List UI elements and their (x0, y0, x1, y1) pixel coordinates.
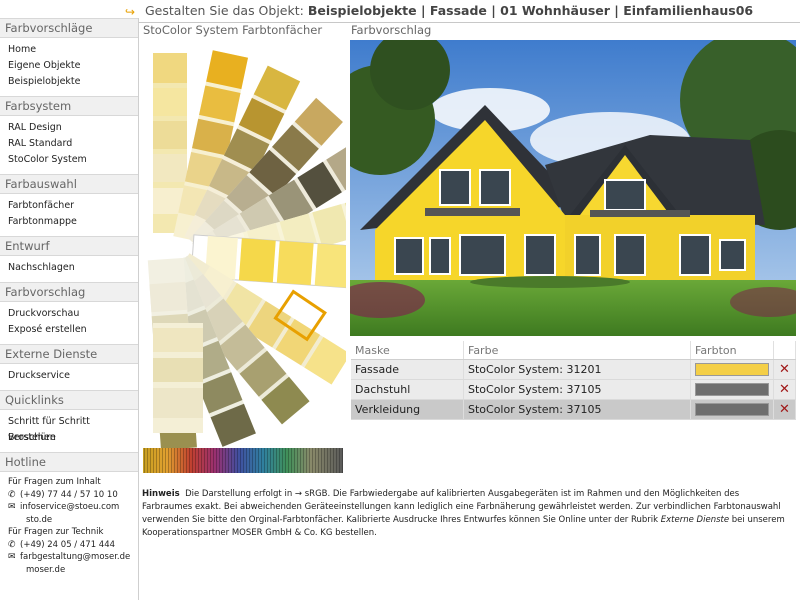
nav-ral-standard[interactable]: RAL Standard (8, 136, 138, 152)
nav-schritt-fuer-schritt[interactable]: Schritt für Schritt verstehen (8, 414, 138, 443)
mask-color: StoColor System: 37105 (463, 379, 691, 400)
table-row[interactable]: Verkleidung StoColor System: 37105 ✕ (351, 399, 796, 420)
hotline-tech-email-row[interactable]: ✉ farbgestaltung@moser.de (8, 551, 138, 564)
nav-expose-erstellen[interactable]: Exposé erstellen (8, 322, 138, 338)
hotline-tech-phone-row: ✆ (+49) 24 05 / 471 444 (8, 539, 138, 552)
arrow-link-icon[interactable]: ↪ (125, 5, 135, 19)
section-title-externe-dienste: Externe Dienste (0, 344, 138, 364)
hotline-content-phone-row: ✆ (+49) 77 44 / 57 10 10 (8, 489, 138, 502)
mask-name[interactable]: Fassade (351, 359, 464, 380)
color-swatch[interactable] (695, 363, 769, 376)
hotline-tech-phone: (+49) 24 05 / 471 444 (20, 539, 116, 550)
color-swatch[interactable] (695, 403, 769, 416)
section-title-farbvorschlaege: Farbvorschläge (0, 18, 138, 38)
col-header-actions (773, 341, 796, 360)
page-title: Gestalten Sie das Objekt: Beispielobjekt… (145, 3, 754, 18)
preview-title: Farbvorschlag (351, 23, 432, 37)
nav-broschuere[interactable]: Broschüre (8, 430, 138, 446)
nav-beispielobjekte[interactable]: Beispielobjekte (8, 74, 138, 90)
section-title-quicklinks: Quicklinks (0, 390, 138, 410)
nav-nachschlagen[interactable]: Nachschlagen (8, 260, 138, 276)
hotline-content-email-row[interactable]: ✉ infoservice@stoeu.com (8, 501, 138, 514)
phone-icon: ✆ (8, 489, 16, 500)
nav-eigene-objekte[interactable]: Eigene Objekte (8, 58, 138, 74)
mask-color: StoColor System: 37105 (463, 399, 691, 420)
color-swatch[interactable] (695, 383, 769, 396)
mask-color-table: Maske Farbe Farbton Fassade StoColor Sys… (351, 341, 796, 420)
breadcrumb: Beispielobjekte | Fassade | 01 Wohnhäuse… (307, 3, 754, 18)
nav-stocolor-system[interactable]: StoColor System (8, 152, 138, 168)
nav-druckservice[interactable]: Druckservice (8, 368, 138, 384)
hotline-content-email[interactable]: infoservice@stoeu.com (20, 502, 119, 512)
mask-name[interactable]: Verkleidung (351, 399, 464, 420)
close-x-icon[interactable]: ✕ (773, 399, 796, 420)
close-x-icon[interactable]: ✕ (773, 359, 796, 380)
table-row[interactable]: Fassade StoColor System: 31201 ✕ (351, 359, 796, 380)
section-title-farbauswahl: Farbauswahl (0, 174, 138, 194)
section-title-hotline: Hotline (0, 452, 138, 472)
hint-link-externe-dienste[interactable]: Externe Dienste (661, 515, 729, 525)
nav-home[interactable]: Home (8, 42, 138, 58)
hotline-content-web[interactable]: sto.de (8, 514, 138, 527)
col-header-mask: Maske (351, 341, 464, 360)
col-header-color: Farbe (463, 341, 691, 360)
hint-label: Hinweis (142, 489, 180, 499)
sidebar: Farbvorschläge Home Eigene Objekte Beisp… (0, 18, 139, 600)
nav-druckvorschau[interactable]: Druckvorschau (8, 306, 138, 322)
hotline-tech-web[interactable]: moser.de (8, 564, 138, 577)
hotline-content-label: Für Fragen zum Inhalt (8, 477, 101, 487)
close-x-icon[interactable]: ✕ (773, 379, 796, 400)
nav-farbtonmappe[interactable]: Farbtonmappe (8, 214, 138, 230)
nav-ral-design[interactable]: RAL Design (8, 120, 138, 136)
nav-farbtonfaecher[interactable]: Farbtonfächer (8, 198, 138, 214)
hint-text: Hinweis Die Darstellung erfolgt in → sRG… (142, 489, 785, 538)
mask-name[interactable]: Dachstuhl (351, 379, 464, 400)
phone-icon: ✆ (8, 539, 16, 550)
color-fan[interactable] (141, 38, 391, 478)
email-icon: ✉ (8, 502, 16, 512)
email-icon: ✉ (8, 552, 16, 562)
section-title-entwurf: Entwurf (0, 236, 138, 256)
hotline-tech-label: Für Fragen zur Technik (8, 527, 104, 537)
fan-panel-title: StoColor System Farbtonfächer (143, 23, 323, 37)
section-title-farbsystem: Farbsystem (0, 96, 138, 116)
col-header-shade: Farbton (690, 341, 774, 360)
fan-strip-bottom[interactable] (153, 323, 203, 433)
mask-color: StoColor System: 31201 (463, 359, 691, 380)
house-preview-image[interactable] (325, 30, 800, 336)
section-title-farbvorschlag: Farbvorschlag (0, 282, 138, 302)
table-row[interactable]: Dachstuhl StoColor System: 37105 ✕ (351, 379, 796, 400)
color-fan-graphic[interactable] (141, 38, 391, 478)
hotline-content-phone: (+49) 77 44 / 57 10 10 (20, 489, 118, 500)
hotline-tech-email[interactable]: farbgestaltung@moser.de (20, 552, 130, 562)
